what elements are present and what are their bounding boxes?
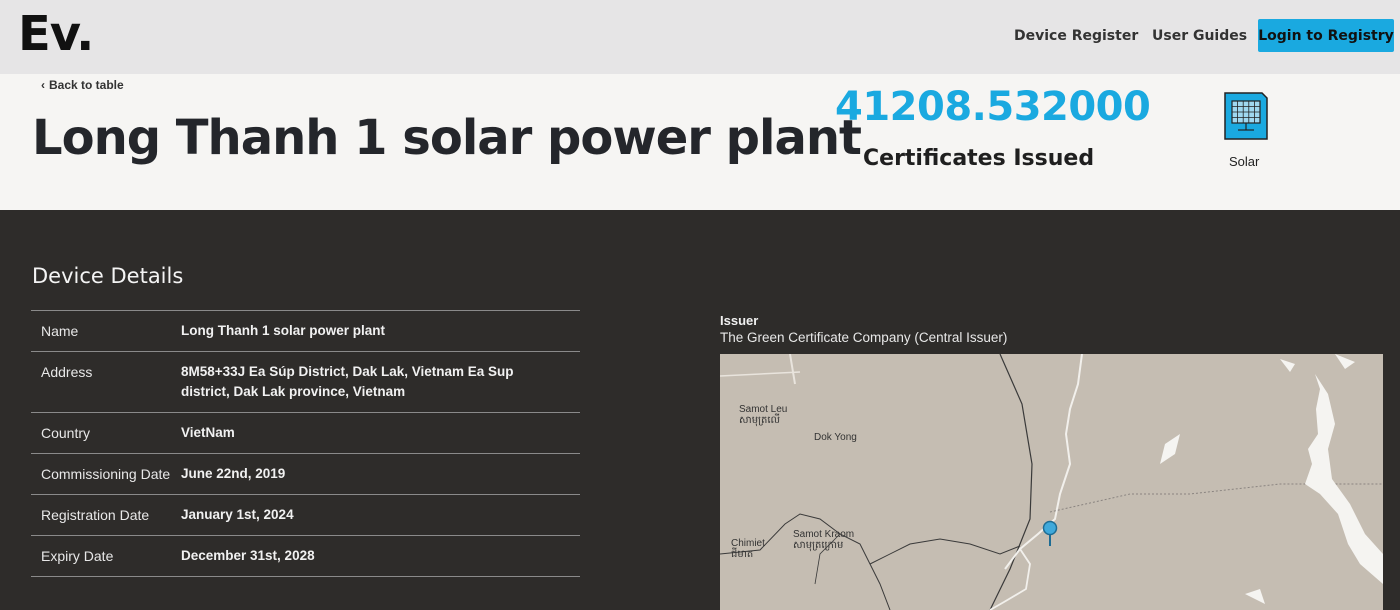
row-value: June 22nd, 2019	[181, 466, 286, 481]
table-row: Name Long Thanh 1 solar power plant	[31, 311, 580, 352]
back-to-table-link[interactable]: ‹ Back to table	[41, 78, 124, 92]
certificates-issued-label: Certificates Issued	[863, 146, 1095, 171]
nav-device-register[interactable]: Device Register	[1014, 28, 1138, 44]
row-label: Address	[41, 364, 93, 380]
table-row: Country VietNam	[31, 413, 580, 454]
row-label: Expiry Date	[41, 548, 114, 564]
back-link-label: Back to table	[49, 78, 124, 92]
map-place-label: Samot Leu សាមុត្រលើ	[739, 404, 788, 426]
map-canvas	[720, 354, 1383, 610]
nav-user-guides[interactable]: User Guides	[1152, 28, 1247, 44]
technology-label: Solar	[1229, 154, 1260, 169]
logo[interactable]: Ev.	[18, 6, 94, 62]
chevron-left-icon: ‹	[41, 78, 45, 92]
login-button[interactable]: Login to Registry	[1258, 19, 1394, 52]
row-value: 8M58+33J Ea Súp District, Dak Lak, Vietn…	[181, 364, 514, 399]
row-label: Commissioning Date	[41, 466, 171, 482]
map-place-label: Chimiet ជីមាត	[731, 538, 765, 560]
issuer-name: The Green Certificate Company (Central I…	[720, 330, 1008, 345]
row-label: Name	[41, 323, 79, 339]
location-map[interactable]: Samot Leu សាមុត្រលើ Dok Yong Samot Kraom…	[720, 354, 1383, 610]
map-pin-icon[interactable]	[1042, 520, 1058, 547]
row-value: January 1st, 2024	[181, 507, 294, 522]
table-row: Registration Date January 1st, 2024	[31, 495, 580, 536]
device-details-table: Name Long Thanh 1 solar power plant Addr…	[31, 310, 580, 577]
row-label: Country	[41, 425, 91, 441]
device-hero: ‹ Back to table Long Thanh 1 solar power…	[0, 74, 1400, 210]
solar-panel-icon	[1224, 92, 1268, 140]
row-value: Long Thanh 1 solar power plant	[181, 323, 386, 338]
table-row: Address 8M58+33J Ea Súp District, Dak La…	[31, 352, 580, 413]
device-details-heading: Device Details	[32, 264, 184, 288]
row-value: December 31st, 2028	[181, 548, 315, 563]
map-place-label: Samot Kraom សាមុត្រក្រោម	[793, 529, 855, 551]
map-place-label: Dok Yong	[814, 432, 857, 443]
issuer-label: Issuer	[720, 313, 759, 328]
row-label: Registration Date	[41, 507, 150, 523]
table-row: Expiry Date December 31st, 2028	[31, 536, 580, 577]
certificates-issued-value: 41208.532000	[835, 84, 1151, 130]
table-row: Commissioning Date June 22nd, 2019	[31, 454, 580, 495]
row-value: VietNam	[181, 425, 235, 440]
top-navigation-bar: Ev. Device Register User Guides Login to…	[0, 0, 1400, 74]
page-title: Long Thanh 1 solar power plant	[32, 110, 862, 166]
